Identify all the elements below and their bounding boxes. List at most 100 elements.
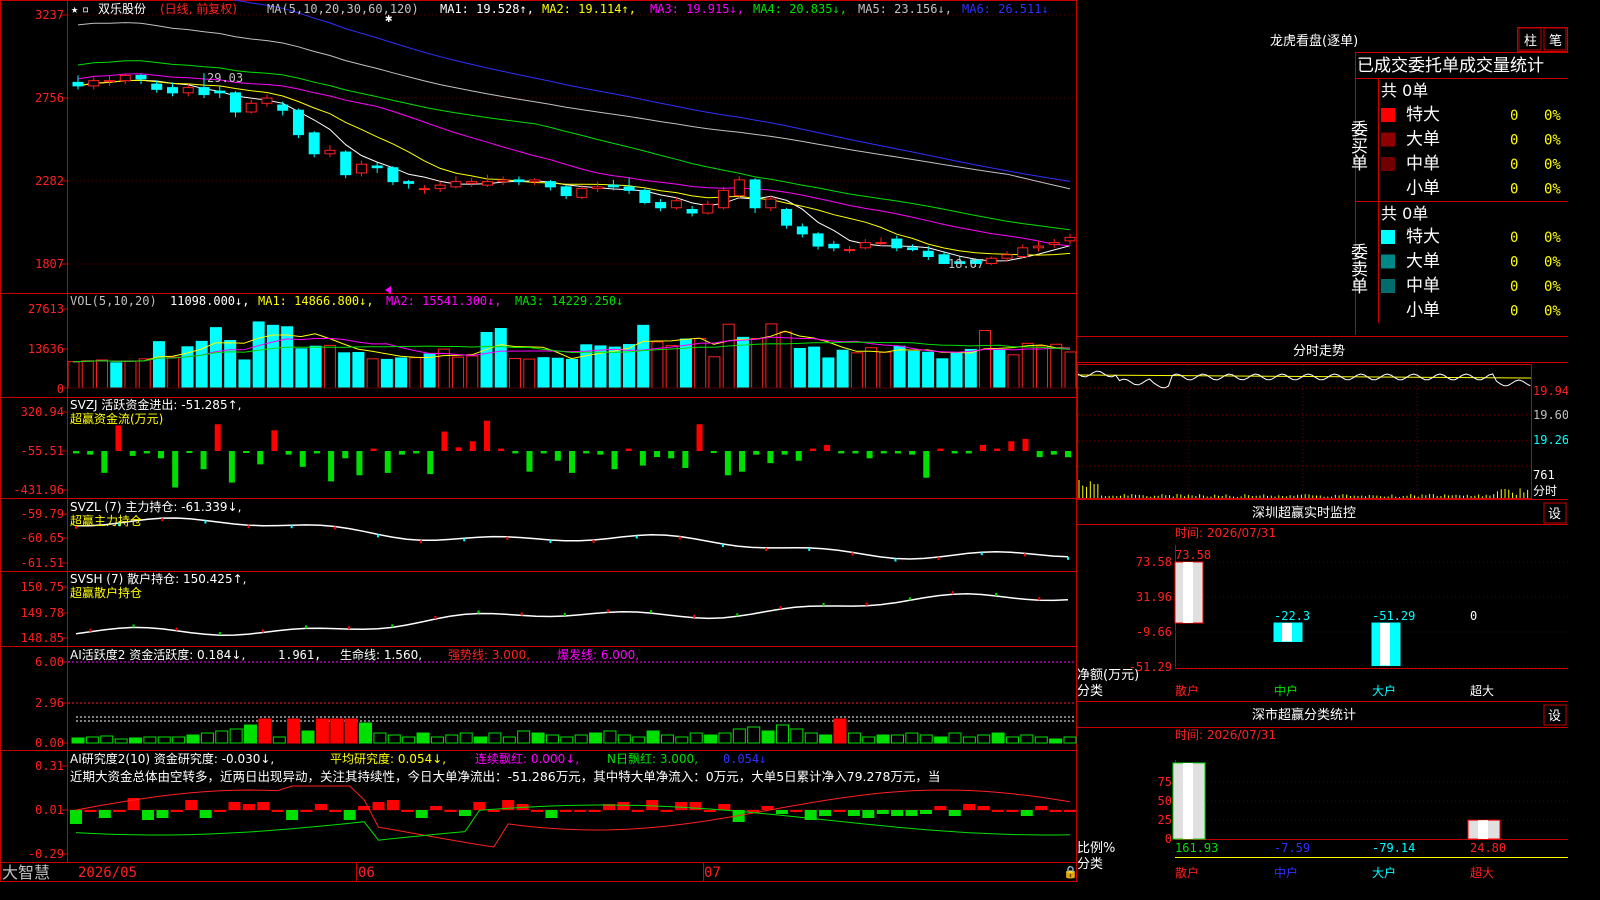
dropdown-icon[interactable]: ▫ [82,2,89,16]
ma-params: MA(5,10,20,30,60,120) [267,2,419,16]
activity-bar [992,733,1004,743]
activity-bar [345,719,357,743]
money-flow-bar [498,449,504,451]
ma4-label: MA4: 20.835↓, [753,2,847,16]
activity-bar [647,731,659,743]
buy-row-percent: 0% [1544,157,1561,173]
research-bar [949,810,961,816]
research-bar [848,810,860,816]
buy-color-swatch [1381,133,1395,147]
bar-mode-label[interactable]: 柱 [1524,34,1537,49]
candle [230,93,240,112]
research-bar [315,804,327,810]
intraday-price-line [1078,371,1530,388]
position-tick [1067,557,1069,560]
volume-bar [495,328,506,388]
research-bar [934,806,946,810]
money-flow-bar [767,451,773,463]
dragon-subtitle: 已成交委托单成交量统计 [1357,56,1544,76]
volume-bar [82,361,93,388]
stock-name[interactable]: 双乐股份 [98,2,146,16]
research-bar [185,800,197,810]
money-flow-bar [937,449,943,451]
money-flow-bar [810,449,816,451]
position-tick [650,610,652,613]
money-flow-bar [441,432,447,451]
volume-bar [282,327,293,388]
lock-icon[interactable]: 🔒 [1063,865,1078,879]
position-tick [636,536,638,539]
position-tick [521,612,523,615]
candle [325,150,335,153]
money-flow-bar [73,451,79,453]
volume-bar [510,359,521,388]
position-tick [1038,597,1040,600]
vol-ytick: 27613 [28,302,64,316]
research-bar [300,810,312,812]
classify-settings-label[interactable]: 设 [1548,709,1561,724]
money-flow-bar [796,451,802,461]
volume-bar [438,349,449,388]
monitor-value-label: 0 [1470,609,1477,623]
candle [514,180,524,182]
monitor-bar-highlight [1183,562,1193,623]
activity-bar [144,737,156,743]
period-label[interactable]: (日线, 前复权) [160,1,237,16]
classify-category: 超大 [1470,865,1494,880]
volume-bar [1065,352,1076,388]
volume-bar [994,350,1005,388]
money-flow-bar [215,424,221,451]
volume-bar [680,339,691,388]
activity-bar [403,737,415,743]
position-tick [995,593,997,596]
activity-bar [360,723,372,743]
candle [813,234,823,246]
monitor-value-label: 73.58 [1175,548,1211,562]
volume-bar [225,341,236,388]
activity-bar [245,725,257,743]
money-flow-bar [328,451,334,481]
research-bar [574,810,586,812]
svzj-title: SVZJ 活跃资金进出: -51.285↑, [70,397,241,412]
money-flow-bar [682,451,688,468]
tick-mode-label[interactable]: 笔 [1549,33,1562,49]
research-bar [646,800,658,810]
sell-row-value: 0 [1510,255,1518,271]
research-bar [228,802,240,810]
research-bar [819,810,831,816]
volume-bar [168,357,179,388]
volume-bar [794,349,805,388]
research-bar [142,810,154,820]
volume-bar [139,359,150,388]
position-tick [291,525,293,528]
research-bar [1021,810,1033,816]
brand-logo: 大智慧 [2,863,50,882]
money-flow-bar [1037,451,1043,457]
money-flow-bar [314,451,320,453]
position-tick [434,616,436,619]
activity-bar [288,719,300,743]
volume-bar [68,362,79,388]
monitor-settings-label[interactable]: 设 [1548,507,1561,522]
activity-bar [316,719,328,743]
research-bar [257,802,269,810]
money-flow-bar [654,451,660,457]
money-flow-bar [201,451,207,469]
ma3-label: MA3: 19.915↓, [650,2,744,16]
activity-bar [935,737,947,743]
research-bar [747,810,759,812]
intraday-price: 19.60 [1533,408,1568,422]
activity-bar [820,735,832,743]
classify-bar-highlight [1183,763,1193,839]
research-bar [344,810,356,820]
research-bar [862,810,874,818]
candle [246,103,256,112]
svsh-ytick: 148.85 [21,631,64,645]
sell-color-swatch [1381,279,1395,293]
money-flow-bar [697,424,703,451]
monitor-ytick: 31.96 [1136,590,1172,604]
money-flow-bar [980,445,986,451]
research-bar [891,810,903,816]
volume-bar [908,351,919,388]
research-bar [459,810,471,816]
